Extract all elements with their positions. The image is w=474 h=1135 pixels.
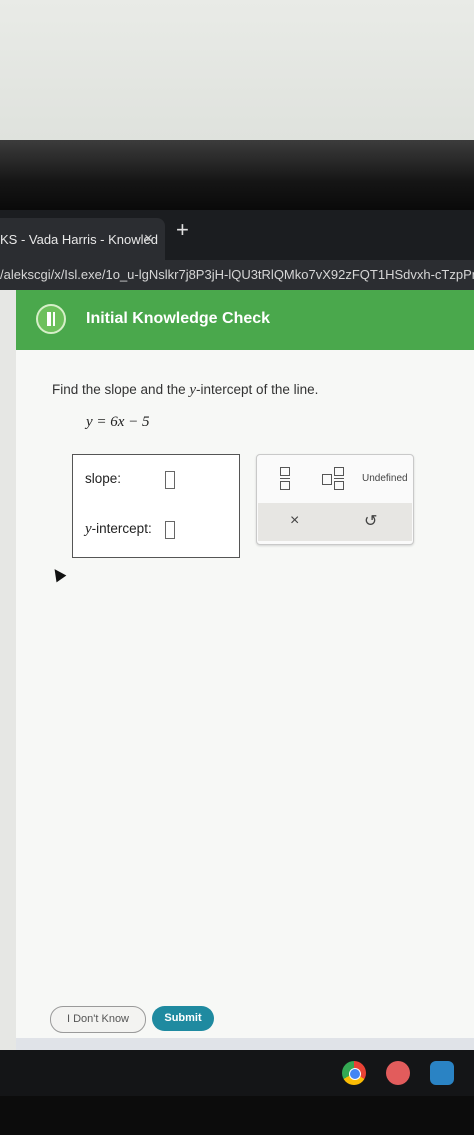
browser-tab[interactable]: KS - Vada Harris - Knowled × [0,218,165,260]
new-tab-icon[interactable]: + [176,219,189,241]
tab-close-icon[interactable]: × [144,230,153,247]
browser-tab-strip: KS - Vada Harris - Knowled × + [0,210,474,260]
page-footer-strip [16,1038,474,1050]
monitor-bezel-top [0,140,474,210]
menu-icon[interactable] [36,304,66,334]
mixed-number-icon[interactable] [334,467,344,490]
background-wall [0,0,474,140]
page-title: Initial Knowledge Check [86,310,271,327]
undo-icon[interactable]: ↺ [364,511,377,531]
app-icon[interactable] [430,1061,454,1085]
question-prompt: Find the slope and the y-intercept of th… [52,382,319,398]
url-text: /alekscgi/x/Isl.exe/1o_u-lgNslkr7j8P3jH-… [0,267,474,282]
clear-icon[interactable]: × [290,512,299,530]
equation: y = 6x − 5 [86,414,150,430]
y-intercept-input[interactable] [165,521,175,539]
y-intercept-label: y-intercept: [85,521,152,537]
dont-know-button[interactable]: I Don't Know [50,1006,146,1033]
mixed-number-whole-box [322,474,332,485]
slope-input[interactable] [165,471,175,489]
aleks-page: Initial Knowledge Check Find the slope a… [16,290,474,1050]
fraction-icon[interactable] [280,467,290,490]
math-toolpad: Undefined × ↺ [256,454,414,545]
monitor-bezel-bottom [0,1096,474,1135]
header-bar: Initial Knowledge Check [16,290,474,350]
app-icon[interactable] [386,1061,410,1085]
address-bar[interactable]: /alekscgi/x/Isl.exe/1o_u-lgNslkr7j8P3jH-… [0,260,474,290]
slope-label: slope: [85,471,122,486]
toolpad-action-row [258,503,412,541]
chrome-icon[interactable] [342,1061,366,1085]
answer-box: slope: y-intercept: [72,454,240,558]
taskbar [0,1050,474,1096]
tab-title: KS - Vada Harris - Knowled [0,232,158,247]
submit-button[interactable]: Submit [152,1006,214,1031]
undefined-button[interactable]: Undefined [362,473,408,484]
